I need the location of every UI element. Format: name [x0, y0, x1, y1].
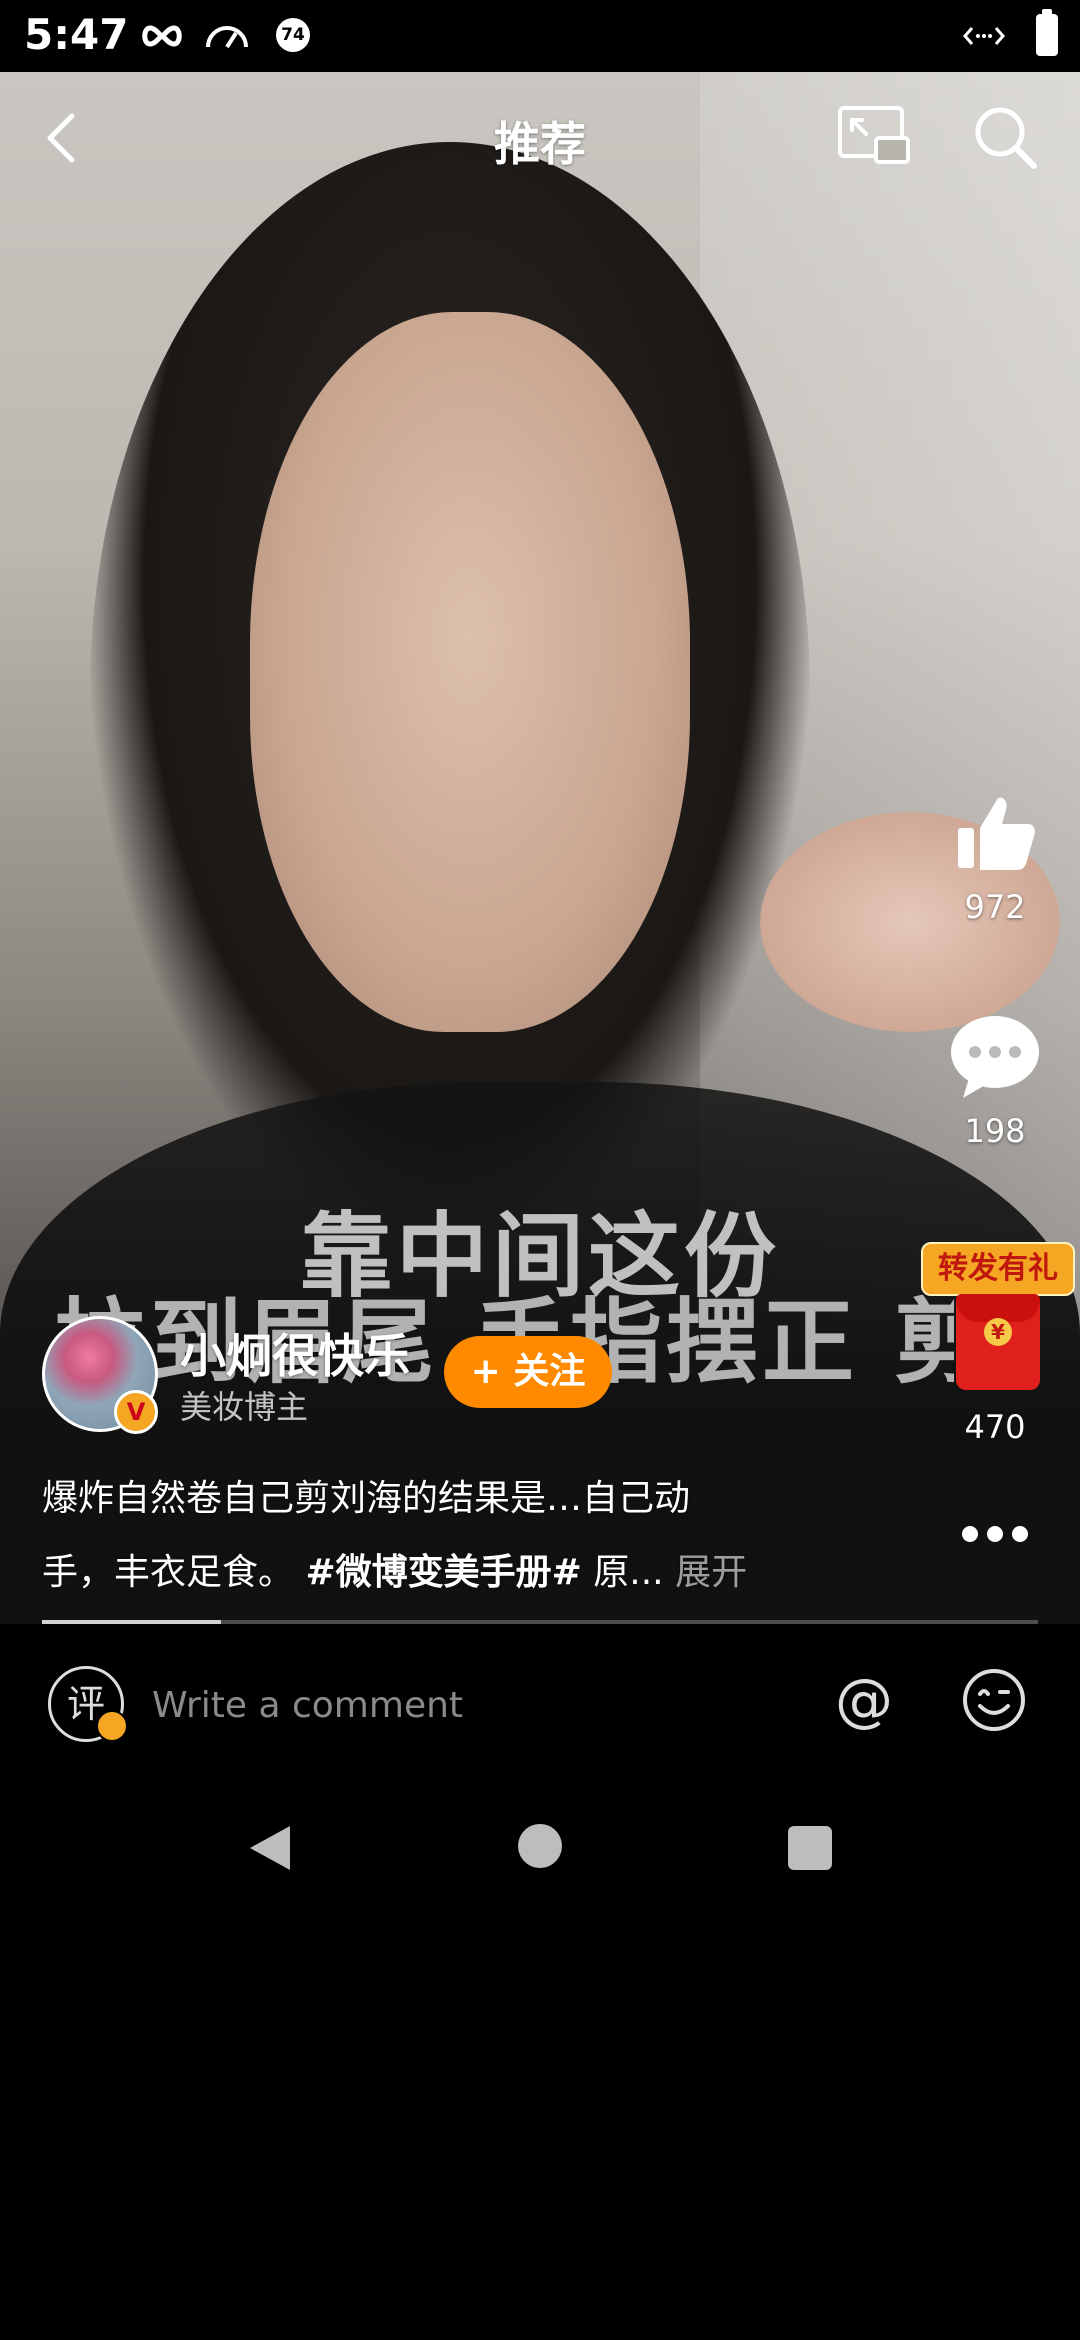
red-envelope-icon: ¥	[956, 1294, 1040, 1390]
share-count: 470	[964, 1408, 1026, 1446]
nav-back-icon[interactable]	[246, 1822, 294, 1874]
author-name[interactable]: 小炯很快乐	[180, 1320, 410, 1386]
coin-icon: ¥	[984, 1318, 1012, 1346]
verified-badge-icon: V	[114, 1390, 158, 1434]
nav-recents-icon[interactable]	[788, 1826, 832, 1870]
video-subject-face	[250, 312, 690, 1032]
share-reward-badge: 转发有礼	[921, 1242, 1075, 1296]
post-caption[interactable]: 爆炸自然卷自己剪刘海的结果是…自己动 手，丰衣足食。 #微博变美手册# 原...…	[42, 1462, 842, 1610]
expand-link[interactable]: 展开	[675, 1552, 747, 1593]
pip-icon[interactable]	[836, 104, 912, 168]
like-count: 972	[964, 888, 1026, 926]
infinity-icon	[142, 25, 182, 47]
more-icon[interactable]	[958, 1514, 1032, 1554]
data-transfer-icon	[963, 27, 1005, 45]
comment-input[interactable]	[150, 1674, 794, 1736]
comment-bubble-icon	[951, 1016, 1039, 1098]
follow-button[interactable]: + 关注	[444, 1336, 612, 1408]
caption-line1: 爆炸自然卷自己剪刘海的结果是…自己动	[42, 1478, 691, 1519]
author-tag: 美妆博主	[180, 1388, 309, 1426]
caption-line2: 手，丰衣足食。 #微博变美手册# 原... 展开	[42, 1536, 842, 1610]
speedometer-icon	[206, 26, 248, 49]
search-icon[interactable]	[972, 104, 1038, 170]
status-time: 5:47	[24, 10, 129, 59]
thumbs-up-icon	[958, 797, 1035, 870]
at-icon[interactable]: @	[832, 1668, 896, 1732]
notification-badge-icon: 74	[276, 18, 310, 52]
comment-count: 198	[964, 1112, 1026, 1150]
status-bar: 5:47 74	[0, 0, 1080, 72]
battery-icon	[1036, 9, 1058, 56]
page-title: 推荐	[494, 117, 586, 171]
back-icon[interactable]	[34, 108, 94, 168]
emoji-icon[interactable]	[962, 1668, 1026, 1732]
share-button[interactable]: 转发有礼 ¥ 470	[921, 1242, 1075, 1452]
comment-button[interactable]: 198	[935, 1012, 1055, 1150]
nav-home-icon[interactable]	[518, 1824, 562, 1868]
like-button[interactable]: 972	[935, 788, 1055, 926]
comment-bar: 评 @	[0, 1624, 1080, 1780]
caption-text: 手，丰衣足食。	[42, 1552, 295, 1593]
review-check-icon	[96, 1710, 128, 1742]
caption-hashtag[interactable]: #微博变美手册#	[305, 1552, 581, 1593]
caption-truncated: 原...	[593, 1552, 664, 1593]
